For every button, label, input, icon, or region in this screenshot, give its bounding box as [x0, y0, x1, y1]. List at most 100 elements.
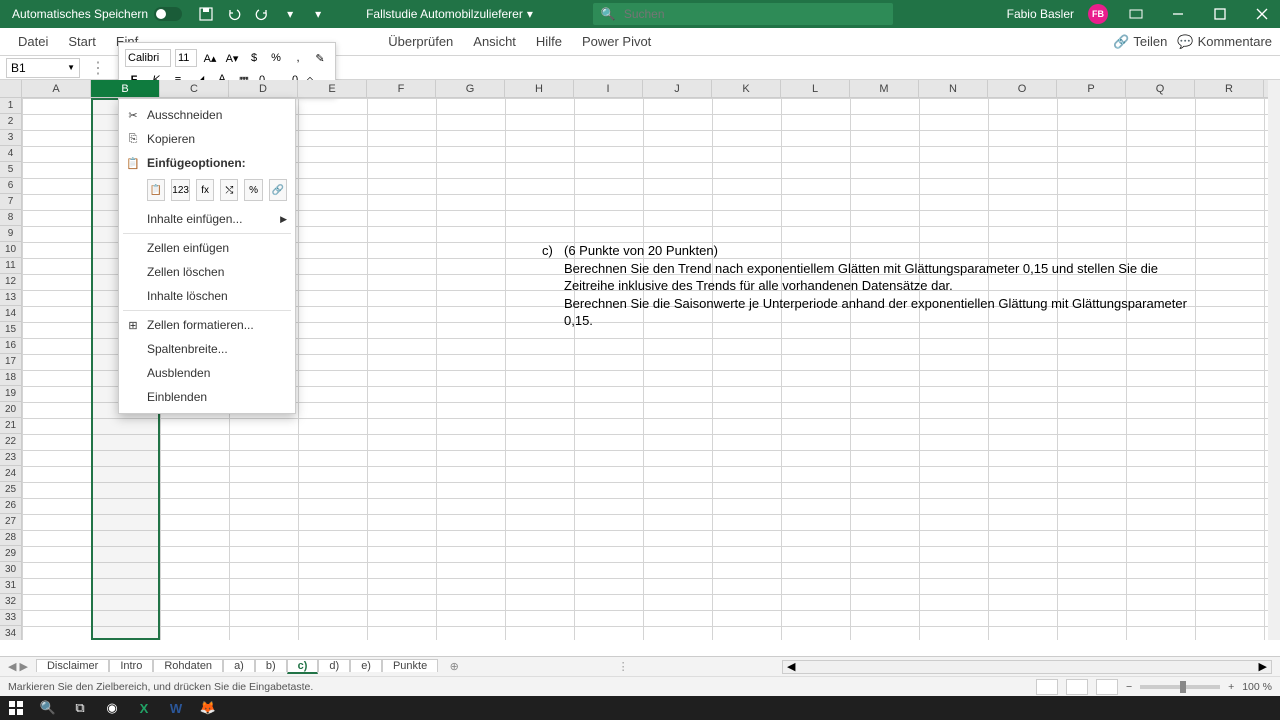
row-header-1[interactable]: 1 [0, 98, 22, 114]
ctx-format-cells[interactable]: ⊞ Zellen formatieren... [119, 313, 295, 337]
save-icon[interactable] [198, 6, 214, 22]
comma-format-icon[interactable]: , [289, 49, 307, 67]
column-header-E[interactable]: E [298, 80, 367, 97]
row-header-4[interactable]: 4 [0, 146, 22, 162]
accounting-format-icon[interactable]: $ [245, 49, 263, 67]
sheet-tab-d[interactable]: d) [318, 659, 350, 672]
row-header-20[interactable]: 20 [0, 402, 22, 418]
ctx-copy[interactable]: ⎘ Kopieren [119, 127, 295, 151]
column-header-B[interactable]: B [91, 80, 160, 97]
zoom-level[interactable]: 100 % [1242, 681, 1272, 693]
doc-dropdown-icon[interactable]: ▾ [527, 7, 533, 21]
paste-opt-link[interactable]: 🔗 [269, 179, 287, 201]
row-header-11[interactable]: 11 [0, 258, 22, 274]
ctx-unhide[interactable]: Einblenden [119, 385, 295, 409]
column-header-R[interactable]: R [1195, 80, 1264, 97]
vertical-scrollbar[interactable] [1268, 80, 1280, 640]
sheet-tab-Punkte[interactable]: Punkte [382, 659, 438, 672]
ctx-insert-cells[interactable]: Zellen einfügen [119, 236, 295, 260]
minimize-icon[interactable] [1164, 0, 1192, 28]
row-header-33[interactable]: 33 [0, 610, 22, 626]
sheet-tab-e[interactable]: e) [350, 659, 382, 672]
row-header-14[interactable]: 14 [0, 306, 22, 322]
row-header-32[interactable]: 32 [0, 594, 22, 610]
search-taskbar-icon[interactable]: 🔍 [32, 696, 64, 720]
sheet-nav[interactable]: ◀ ▶ [0, 660, 36, 673]
row-header-15[interactable]: 15 [0, 322, 22, 338]
word-taskbar-icon[interactable]: W [160, 696, 192, 720]
ctx-clear-contents[interactable]: Inhalte löschen [119, 284, 295, 308]
ctx-delete-cells[interactable]: Zellen löschen [119, 260, 295, 284]
share-button[interactable]: 🔗Teilen [1113, 34, 1167, 50]
ctx-paste-special[interactable]: Inhalte einfügen... ▶ [119, 207, 295, 231]
sheet-tab-Intro[interactable]: Intro [109, 659, 153, 672]
row-header-30[interactable]: 30 [0, 562, 22, 578]
tab-ueberpruefen[interactable]: Überprüfen [378, 28, 463, 55]
zoom-in-icon[interactable]: + [1228, 681, 1234, 693]
row-header-27[interactable]: 27 [0, 514, 22, 530]
search-input[interactable] [624, 7, 885, 21]
decrease-font-icon[interactable]: A▾ [223, 49, 241, 67]
row-header-19[interactable]: 19 [0, 386, 22, 402]
row-header-17[interactable]: 17 [0, 354, 22, 370]
row-header-8[interactable]: 8 [0, 210, 22, 226]
autosave-toggle[interactable]: Automatisches Speichern [4, 7, 190, 21]
view-layout-icon[interactable] [1066, 679, 1088, 695]
tab-hilfe[interactable]: Hilfe [526, 28, 572, 55]
tab-start[interactable]: Start [58, 28, 105, 55]
maximize-icon[interactable] [1206, 0, 1234, 28]
paste-opt-formulas[interactable]: fx [196, 179, 214, 201]
row-header-6[interactable]: 6 [0, 178, 22, 194]
row-header-29[interactable]: 29 [0, 546, 22, 562]
view-normal-icon[interactable] [1036, 679, 1058, 695]
font-name-input[interactable] [125, 49, 171, 67]
column-header-D[interactable]: D [229, 80, 298, 97]
row-header-16[interactable]: 16 [0, 338, 22, 354]
column-header-G[interactable]: G [436, 80, 505, 97]
firefox-taskbar-icon[interactable]: 🦊 [192, 696, 224, 720]
column-header-A[interactable]: A [22, 80, 91, 97]
redo-icon[interactable] [254, 6, 270, 22]
ctx-cut[interactable]: ✂ Ausschneiden [119, 103, 295, 127]
row-header-3[interactable]: 3 [0, 130, 22, 146]
toggle-switch[interactable] [154, 7, 182, 21]
row-header-22[interactable]: 22 [0, 434, 22, 450]
close-icon[interactable] [1248, 0, 1276, 28]
obs-icon[interactable]: ◉ [96, 696, 128, 720]
sheet-tab-Rohdaten[interactable]: Rohdaten [153, 659, 223, 672]
touch-mode-icon[interactable]: ▾ [282, 6, 298, 22]
sheet-tab-b[interactable]: b) [255, 659, 287, 672]
view-pagebreak-icon[interactable] [1096, 679, 1118, 695]
row-header-25[interactable]: 25 [0, 482, 22, 498]
undo-icon[interactable] [226, 6, 242, 22]
row-header-7[interactable]: 7 [0, 194, 22, 210]
sheet-tab-c[interactable]: c) [287, 659, 319, 674]
ctx-hide[interactable]: Ausblenden [119, 361, 295, 385]
add-sheet-button[interactable]: ⊕ [444, 660, 464, 673]
tab-datei[interactable]: Datei [8, 28, 58, 55]
row-header-10[interactable]: 10 [0, 242, 22, 258]
excel-taskbar-icon[interactable]: X [128, 696, 160, 720]
row-header-18[interactable]: 18 [0, 370, 22, 386]
ribbon-mode-icon[interactable] [1122, 0, 1150, 28]
row-header-2[interactable]: 2 [0, 114, 22, 130]
search-box[interactable]: 🔍 [593, 3, 893, 25]
row-header-9[interactable]: 9 [0, 226, 22, 242]
row-header-21[interactable]: 21 [0, 418, 22, 434]
paste-opt-default[interactable]: 📋 [147, 179, 165, 201]
column-header-O[interactable]: O [988, 80, 1057, 97]
row-header-26[interactable]: 26 [0, 498, 22, 514]
column-header-I[interactable]: I [574, 80, 643, 97]
column-header-K[interactable]: K [712, 80, 781, 97]
paste-opt-values[interactable]: 123 [171, 179, 190, 201]
format-painter-icon[interactable]: ✎ [311, 49, 329, 67]
task-view-icon[interactable]: ⧉ [64, 696, 96, 720]
chevron-down-icon[interactable]: ▼ [67, 63, 75, 72]
sheet-tab-a[interactable]: a) [223, 659, 255, 672]
column-header-N[interactable]: N [919, 80, 988, 97]
paste-opt-transpose[interactable]: ⤭ [220, 179, 238, 201]
font-size-input[interactable] [175, 49, 197, 67]
row-header-12[interactable]: 12 [0, 274, 22, 290]
column-header-F[interactable]: F [367, 80, 436, 97]
tab-powerpivot[interactable]: Power Pivot [572, 28, 661, 55]
